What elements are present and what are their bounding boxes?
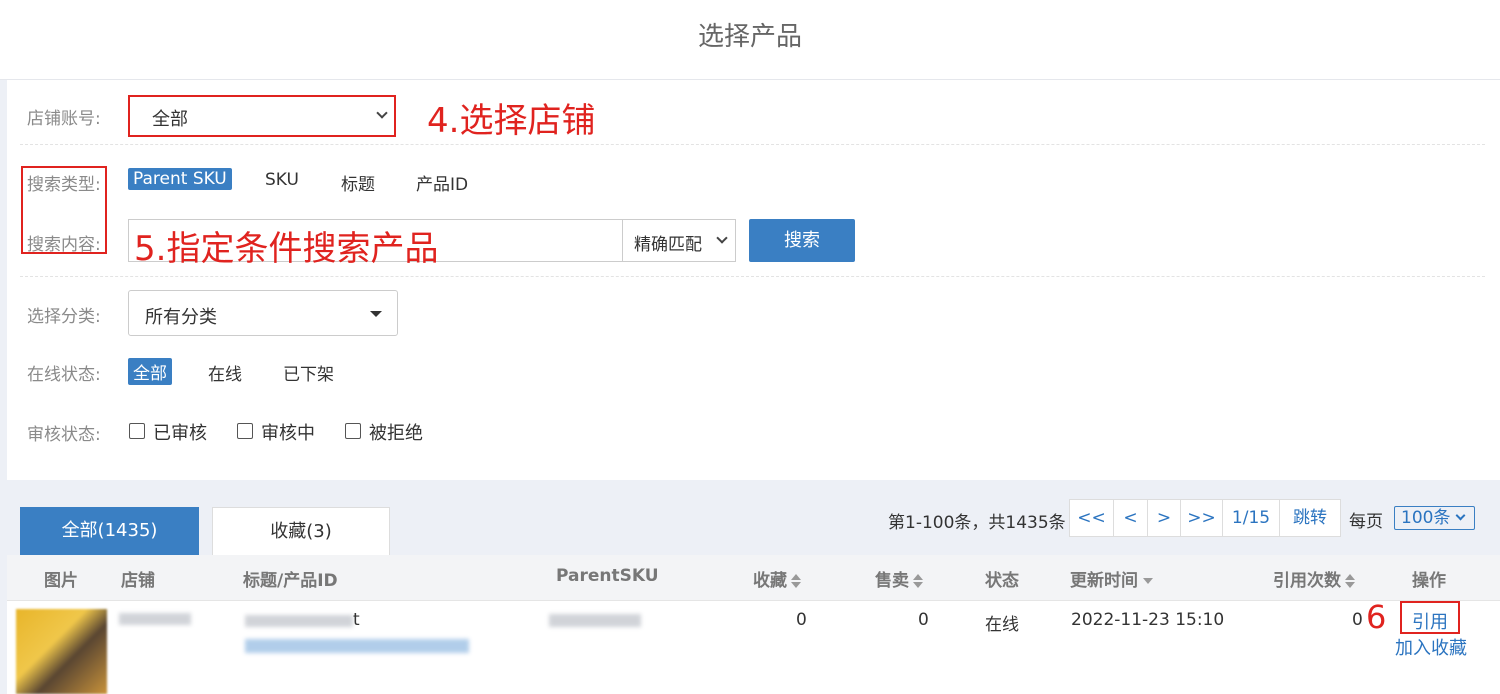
sort-icon: [913, 574, 923, 588]
sort-icon: [791, 574, 801, 588]
first-page-button[interactable]: <<: [1070, 500, 1114, 536]
chevron-down-icon: [1455, 510, 1466, 521]
title-suffix: t: [353, 610, 360, 630]
caret-down-icon: [370, 311, 382, 317]
search-type-label: 搜索类型:: [27, 175, 101, 195]
category-label: 选择分类:: [27, 307, 101, 327]
search-type-product-id[interactable]: 产品ID: [416, 170, 468, 195]
divider: [20, 276, 1485, 277]
sort-icon: [1345, 574, 1355, 588]
cell-status: 在线: [985, 615, 1019, 635]
add-favorite-link[interactable]: 加入收藏: [1395, 634, 1467, 660]
next-page-button[interactable]: >: [1148, 500, 1181, 536]
pagination-summary: 第1-100条，共1435条: [888, 513, 1066, 533]
tab-all[interactable]: 全部(1435): [20, 507, 199, 555]
match-mode-value: 精确匹配: [634, 235, 702, 255]
col-image: 图片: [44, 571, 78, 591]
col-actions: 操作: [1412, 571, 1446, 591]
divider: [20, 144, 1485, 145]
match-mode-select[interactable]: 精确匹配: [622, 219, 736, 262]
last-page-button[interactable]: >>: [1181, 500, 1223, 536]
review-approved-label: 已审核: [153, 423, 207, 444]
pagination: << < > >> 1/15 跳转: [1069, 499, 1341, 537]
filter-panel: [7, 80, 1500, 480]
store-select-value: 全部: [152, 109, 188, 130]
search-content-label: 搜索内容:: [27, 235, 101, 255]
search-type-parent-sku[interactable]: Parent SKU: [128, 168, 232, 190]
prev-page-button[interactable]: <: [1114, 500, 1148, 536]
tab-favorites[interactable]: 收藏(3): [212, 507, 390, 555]
review-approved-checkbox[interactable]: [129, 423, 145, 439]
header-bar: 选择产品: [0, 0, 1500, 80]
product-table: 图片 店铺 标题/产品ID ParentSKU 收藏 售卖 状态 更新时间 引用…: [7, 555, 1500, 694]
col-sold-label: 售卖: [875, 571, 909, 591]
review-rejected-label: 被拒绝: [369, 423, 423, 444]
search-type-title[interactable]: 标题: [341, 170, 375, 195]
online-status-label: 在线状态:: [27, 365, 101, 385]
review-status-label: 审核状态:: [27, 425, 101, 445]
annotation-step5: 5.指定条件搜索产品: [134, 229, 439, 269]
online-status-all[interactable]: 全部: [128, 358, 172, 385]
col-store: 店铺: [121, 571, 155, 591]
online-status-delisted[interactable]: 已下架: [283, 360, 334, 385]
col-ref-count-label: 引用次数: [1273, 571, 1341, 591]
cell-ref-count: 0: [1352, 610, 1363, 630]
col-favorites-label: 收藏: [753, 571, 787, 591]
search-type-sku[interactable]: SKU: [265, 170, 299, 190]
title-redacted: [245, 615, 353, 627]
review-pending-checkbox[interactable]: [237, 423, 253, 439]
use-product-link[interactable]: 引用: [1412, 608, 1448, 634]
jump-button[interactable]: 跳转: [1280, 500, 1340, 536]
product-thumbnail: [16, 609, 107, 694]
annotation-step6: 6: [1366, 598, 1387, 636]
store-label: 店铺账号:: [27, 109, 101, 129]
cell-favorites: 0: [796, 610, 807, 630]
cell-updated: 2022-11-23 15:10: [1071, 610, 1225, 630]
per-page-select[interactable]: 100条: [1394, 506, 1475, 530]
review-pending-label: 审核中: [261, 423, 315, 444]
per-page-label: 每页: [1349, 512, 1383, 532]
chevron-down-icon: [376, 107, 388, 119]
search-button[interactable]: 搜索: [749, 219, 855, 262]
page-indicator[interactable]: 1/15: [1223, 500, 1280, 536]
parent-sku-redacted: [549, 614, 641, 627]
review-rejected-checkbox[interactable]: [345, 423, 361, 439]
col-updated-label: 更新时间: [1070, 571, 1138, 591]
cell-sold: 0: [918, 610, 929, 630]
col-parent-sku: ParentSKU: [556, 566, 659, 586]
online-status-online[interactable]: 在线: [208, 360, 242, 385]
table-header: 图片 店铺 标题/产品ID ParentSKU 收藏 售卖 状态 更新时间 引用…: [7, 555, 1500, 601]
sort-down-icon: [1143, 578, 1153, 584]
chevron-down-icon: [716, 232, 728, 244]
col-ref-count[interactable]: 引用次数: [1273, 566, 1355, 591]
per-page-value: 100条: [1401, 508, 1451, 528]
col-favorites[interactable]: 收藏: [753, 566, 801, 591]
col-updated[interactable]: 更新时间: [1070, 566, 1153, 591]
category-select[interactable]: 所有分类: [128, 290, 398, 336]
store-name-redacted: [119, 613, 191, 625]
col-title: 标题/产品ID: [243, 571, 338, 591]
page-title: 选择产品: [697, 22, 802, 52]
store-select[interactable]: 全部: [128, 95, 396, 137]
col-sold[interactable]: 售卖: [875, 566, 923, 591]
category-select-value: 所有分类: [145, 307, 217, 328]
annotation-step4: 4.选择店铺: [427, 101, 596, 141]
product-id-redacted: [245, 639, 469, 653]
col-status: 状态: [985, 571, 1019, 591]
